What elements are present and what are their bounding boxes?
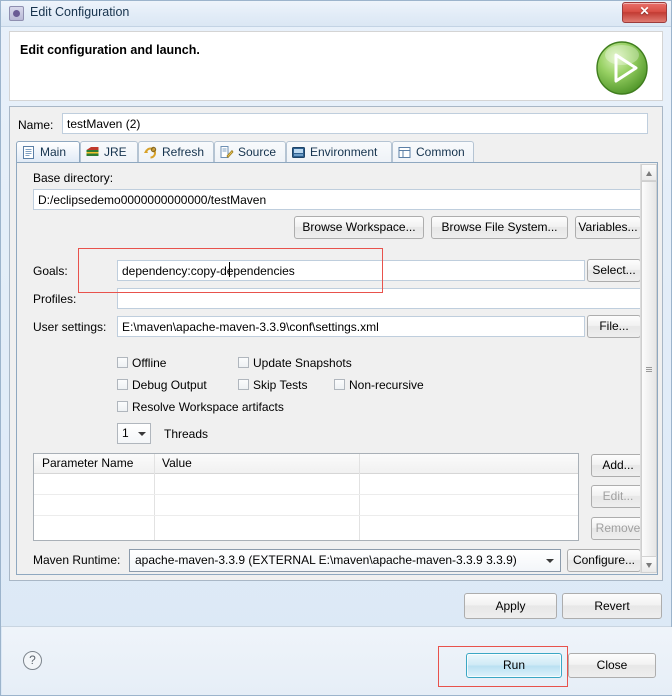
dialog-header: Edit configuration and launch. (9, 31, 663, 101)
checkbox-debug-output[interactable]: Debug Output (117, 378, 207, 392)
checkbox-skip-tests-box[interactable] (238, 379, 249, 390)
tab-environment[interactable]: Environment (286, 141, 392, 163)
name-label: Name: (18, 118, 54, 132)
title-bar: Edit Configuration ✕ (1, 1, 671, 27)
eclipse-config-icon (9, 6, 24, 21)
scroll-up-icon[interactable] (641, 164, 657, 181)
tab-source-label: Source (238, 145, 277, 159)
tab-jre-label: JRE (104, 145, 127, 159)
goals-input[interactable] (117, 260, 585, 281)
threads-dropdown[interactable]: 1 (117, 423, 151, 444)
tab-jre[interactable]: JRE (80, 141, 138, 163)
column-value: Value (162, 456, 192, 470)
run-button-label: Run (502, 658, 525, 672)
checkbox-offline[interactable]: Offline (117, 356, 166, 370)
main-tab-panel: Base directory: Browse Workspace... Brow… (16, 163, 658, 575)
user-settings-file-button[interactable]: File... (587, 315, 641, 338)
tab-refresh-label: Refresh (162, 145, 205, 159)
tab-refresh[interactable]: Refresh (138, 141, 214, 163)
column-parameter-name: Parameter Name (42, 456, 134, 470)
revert-button[interactable]: Revert (562, 593, 662, 619)
threads-label: Threads (164, 427, 209, 441)
checkbox-non-recursive-label: Non-recursive (349, 378, 424, 392)
configure-maven-button[interactable]: Configure... (567, 549, 641, 572)
source-icon (220, 146, 234, 159)
maven-runtime-label: Maven Runtime: (33, 553, 121, 567)
configuration-body: Name: Main JRE (9, 106, 663, 581)
tab-environment-label: Environment (310, 145, 378, 159)
tab-main-label: Main (40, 145, 67, 159)
apply-revert-bar: Apply Revert (9, 583, 663, 623)
remove-parameter-button[interactable]: Remove (591, 517, 645, 540)
name-input[interactable] (62, 113, 648, 134)
user-settings-input[interactable] (117, 316, 585, 337)
maven-runtime-dropdown[interactable]: apache-maven-3.3.9 (EXTERNAL E:\maven\ap… (129, 549, 561, 572)
parameters-table[interactable]: Parameter Name Value (33, 453, 579, 541)
tab-common[interactable]: Common (392, 141, 474, 163)
text-caret (229, 262, 230, 277)
help-icon[interactable]: ? (23, 651, 42, 670)
close-glyph: ✕ (639, 4, 650, 18)
checkbox-skip-tests[interactable]: Skip Tests (238, 378, 307, 392)
checkbox-update-snapshots[interactable]: Update Snapshots (238, 356, 352, 370)
edit-parameter-button[interactable]: Edit... (591, 485, 645, 508)
profiles-label: Profiles: (33, 292, 77, 306)
table-row (34, 515, 578, 516)
variables-button[interactable]: Variables... (575, 216, 641, 239)
tab-common-label: Common (416, 145, 465, 159)
checkbox-offline-label: Offline (132, 356, 167, 370)
page-title: Edit configuration and launch. (20, 43, 200, 57)
checkbox-debug-output-box[interactable] (117, 379, 128, 390)
browse-file-system-button[interactable]: Browse File System... (431, 216, 568, 239)
tab-strip: Main JRE Refresh Source Environment Comm… (16, 141, 658, 163)
scrollbar-thumb[interactable] (641, 181, 657, 559)
checkbox-debug-output-label: Debug Output (132, 378, 207, 392)
parameters-table-header: Parameter Name Value (34, 454, 578, 474)
scroll-down-icon[interactable] (641, 556, 657, 573)
profiles-input[interactable] (117, 288, 641, 309)
column-separator (359, 454, 360, 540)
checkbox-resolve-workspace-artifacts-label: Resolve Workspace artifacts (132, 400, 284, 414)
checkbox-skip-tests-label: Skip Tests (253, 378, 308, 392)
jre-icon (86, 147, 99, 156)
checkbox-non-recursive[interactable]: Non-recursive (334, 378, 424, 392)
common-icon (398, 147, 411, 158)
checkbox-non-recursive-box[interactable] (334, 379, 345, 390)
base-directory-input[interactable] (33, 189, 641, 210)
checkbox-update-snapshots-label: Update Snapshots (253, 356, 352, 370)
refresh-icon (144, 146, 157, 159)
close-icon[interactable]: ✕ (622, 2, 667, 23)
chevron-down-icon (138, 432, 146, 436)
browse-workspace-button[interactable]: Browse Workspace... (294, 216, 424, 239)
checkbox-resolve-workspace-artifacts[interactable]: Resolve Workspace artifacts (117, 400, 284, 414)
base-directory-label: Base directory: (33, 171, 114, 185)
close-button[interactable]: Close (568, 653, 656, 678)
environment-icon (292, 147, 305, 158)
goals-select-button[interactable]: Select... (587, 259, 641, 282)
run-play-icon (596, 41, 648, 95)
table-row (34, 494, 578, 495)
checkbox-resolve-workspace-artifacts-box[interactable] (117, 401, 128, 412)
maven-runtime-value: apache-maven-3.3.9 (EXTERNAL E:\maven\ap… (135, 553, 517, 567)
window-title: Edit Configuration (30, 5, 130, 19)
chevron-down-icon (546, 559, 554, 563)
user-settings-label: User settings: (33, 320, 107, 334)
threads-value: 1 (122, 426, 129, 440)
goals-label: Goals: (33, 264, 68, 278)
apply-button[interactable]: Apply (464, 593, 557, 619)
tab-main[interactable]: Main (16, 141, 80, 163)
edit-configuration-dialog: Edit Configuration ✕ Edit configuration … (0, 0, 672, 696)
column-separator (154, 454, 155, 540)
document-icon (23, 146, 34, 159)
add-parameter-button[interactable]: Add... (591, 454, 645, 477)
tab-source[interactable]: Source (214, 141, 286, 163)
run-button[interactable]: Run (466, 653, 562, 678)
vertical-scrollbar[interactable] (640, 164, 657, 573)
checkbox-offline-box[interactable] (117, 357, 128, 368)
help-glyph: ? (29, 653, 36, 667)
checkbox-update-snapshots-box[interactable] (238, 357, 249, 368)
